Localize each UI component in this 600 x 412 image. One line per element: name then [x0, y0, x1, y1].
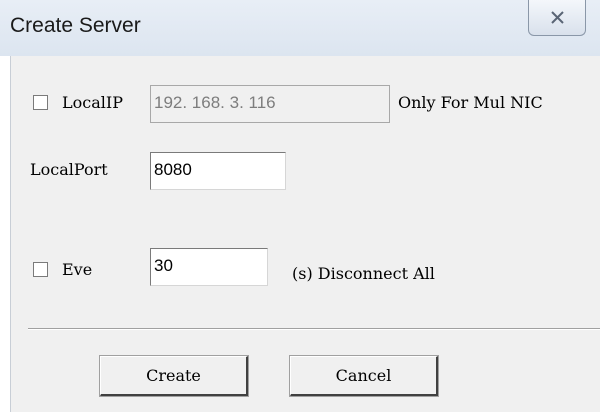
local-ip-label: LocalIP: [62, 93, 123, 112]
local-ip-note: Only For Mul NIC: [398, 93, 543, 112]
cancel-button[interactable]: Cancel: [289, 355, 439, 397]
disconnect-all-label: (s) Disconnect All: [292, 264, 435, 283]
local-ip-field[interactable]: 192. 168. 3. 116: [150, 85, 390, 123]
every-checkbox[interactable]: [33, 262, 48, 277]
create-server-dialog: Create Server LocalIP 192. 168. 3. 116 O…: [0, 0, 600, 412]
local-ip-checkbox[interactable]: [33, 95, 48, 110]
create-button[interactable]: Create: [99, 355, 249, 397]
every-seconds-field[interactable]: 30: [150, 248, 268, 286]
window-title: Create Server: [10, 14, 141, 37]
close-icon: [551, 11, 564, 24]
cancel-button-label: Cancel: [335, 366, 392, 385]
create-button-label: Create: [146, 366, 201, 385]
every-label: Eve: [62, 260, 93, 279]
local-port-field[interactable]: 8080: [150, 152, 286, 190]
local-port-label: LocalPort: [30, 160, 108, 179]
separator: [28, 328, 600, 330]
title-bar[interactable]: Create Server: [0, 0, 600, 56]
close-button[interactable]: [528, 0, 586, 36]
